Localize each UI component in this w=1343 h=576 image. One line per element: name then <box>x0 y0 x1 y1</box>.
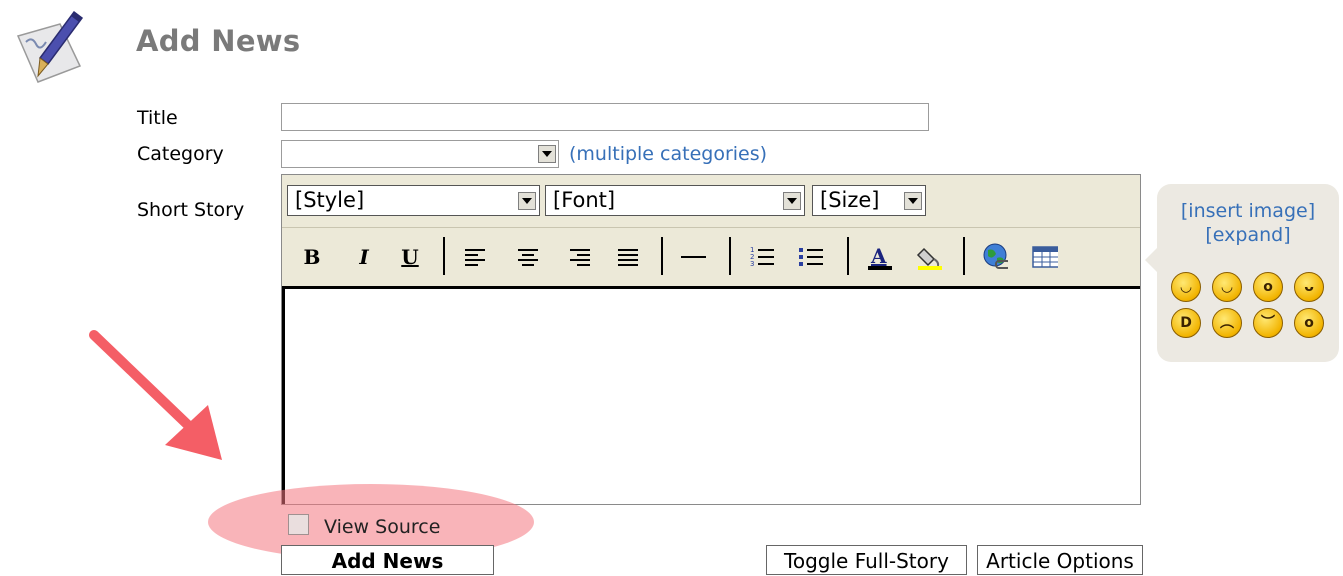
short-story-editor: [Style] [Font] [Size] B I U 1 2 3 A <box>281 174 1141 505</box>
align-right-button[interactable] <box>567 242 593 272</box>
chevron-down-icon[interactable] <box>538 145 556 163</box>
editor-format-toolbar: [Style] [Font] [Size] <box>282 175 1140 228</box>
editor-action-toolbar: B I U 123 A <box>282 228 1140 286</box>
bold-button[interactable]: B <box>299 242 325 272</box>
justify-button[interactable] <box>615 242 641 272</box>
category-label: Category <box>137 143 224 165</box>
add-news-button[interactable]: Add News <box>281 545 494 575</box>
table-icon <box>1032 246 1058 268</box>
horizontal-rule-button[interactable] <box>680 242 706 272</box>
view-source-checkbox[interactable] <box>288 514 309 535</box>
toggle-full-story-button[interactable]: Toggle Full-Story <box>766 545 967 575</box>
toolbar-separator <box>443 237 445 275</box>
tongue-icon[interactable]: ᴗ <box>1294 272 1324 302</box>
wink-icon[interactable]: ◡ <box>1212 272 1242 302</box>
align-right-icon <box>570 249 590 266</box>
align-center-icon <box>518 249 538 266</box>
font-color-button[interactable]: A <box>866 242 892 272</box>
title-input[interactable] <box>281 103 929 131</box>
highlight-color-button[interactable] <box>916 242 942 272</box>
multiple-categories-link[interactable]: (multiple categories) <box>569 143 767 165</box>
font-select[interactable]: [Font] <box>545 185 805 216</box>
style-select[interactable]: [Style] <box>287 185 540 216</box>
globe-link-icon <box>983 243 1008 269</box>
font-select-value: [Font] <box>553 188 616 212</box>
article-options-button[interactable]: Article Options <box>977 545 1143 575</box>
expand-link[interactable]: [expand] <box>1157 224 1339 246</box>
toolbar-separator <box>729 237 731 275</box>
story-text-area[interactable] <box>282 286 1140 504</box>
smile-icon[interactable]: ◡ <box>1171 272 1201 302</box>
align-left-icon <box>465 249 485 266</box>
insert-link-button[interactable] <box>982 242 1008 272</box>
ordered-list-icon: 123 <box>750 246 774 268</box>
align-center-button[interactable] <box>515 242 541 272</box>
insert-table-button[interactable] <box>1032 242 1058 272</box>
unordered-list-button[interactable] <box>798 242 824 272</box>
size-select-value: [Size] <box>820 188 880 212</box>
insert-panel: [insert image] [expand] ◡ ◡ o ᴗ D ︵ ︶ o <box>1145 184 1339 362</box>
font-color-icon: A <box>868 244 892 270</box>
toolbar-separator <box>963 237 965 275</box>
svg-text:3: 3 <box>750 260 754 268</box>
underline-button[interactable]: U <box>397 242 423 272</box>
paint-bucket-icon <box>916 247 942 270</box>
unordered-list-icon <box>799 248 823 266</box>
chevron-down-icon[interactable] <box>783 192 801 210</box>
crying-icon[interactable]: o <box>1294 308 1324 338</box>
surprised-icon[interactable]: o <box>1253 272 1283 302</box>
laugh-icon[interactable]: D <box>1171 308 1201 338</box>
chevron-down-icon[interactable] <box>518 192 536 210</box>
size-select[interactable]: [Size] <box>812 185 926 216</box>
insert-image-link[interactable]: [insert image] <box>1157 200 1339 222</box>
svg-text:A: A <box>870 244 887 268</box>
italic-button[interactable]: I <box>351 242 377 272</box>
chevron-down-icon[interactable] <box>904 192 922 210</box>
page-title: Add News <box>136 24 301 58</box>
justify-icon <box>618 249 638 266</box>
toolbar-separator <box>661 237 663 275</box>
toolbar-separator <box>847 237 849 275</box>
short-story-label: Short Story <box>137 199 245 221</box>
horizontal-rule-icon <box>681 256 706 258</box>
view-source-label: View Source <box>324 516 441 538</box>
style-select-value: [Style] <box>295 188 365 212</box>
ordered-list-button[interactable]: 123 <box>749 242 775 272</box>
news-pen-logo-icon <box>8 6 94 92</box>
red-arrow-annotation-icon <box>89 330 222 460</box>
angry-icon[interactable]: ︶ <box>1253 308 1283 338</box>
title-label: Title <box>137 107 178 129</box>
category-select[interactable] <box>281 140 559 168</box>
sad-icon[interactable]: ︵ <box>1212 308 1242 338</box>
align-left-button[interactable] <box>462 242 488 272</box>
